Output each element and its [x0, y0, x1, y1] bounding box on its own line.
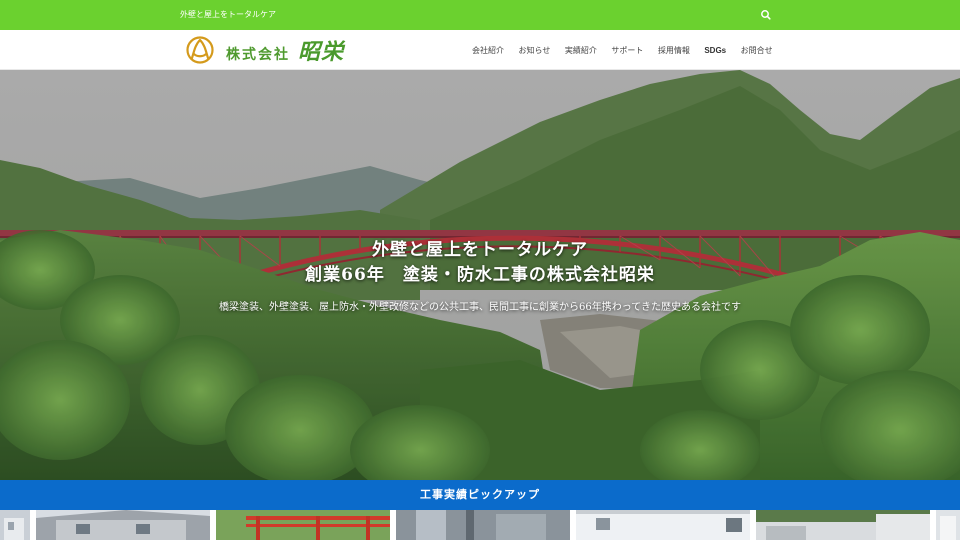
- search-icon: [761, 10, 771, 20]
- works-thumbnail[interactable]: [756, 510, 930, 540]
- nav-sdgs[interactable]: SDGs: [704, 46, 726, 55]
- works-thumbnail[interactable]: [36, 510, 210, 540]
- hero-heading-line1: 外壁と屋上をトータルケア: [372, 240, 588, 260]
- main-nav: 会社紹介 お知らせ 実績紹介 サポート 採用情報 SDGs お問合せ: [472, 30, 787, 70]
- nav-company[interactable]: 会社紹介: [472, 45, 504, 56]
- works-thumbnail[interactable]: [396, 510, 570, 540]
- works-thumbnail[interactable]: [936, 510, 960, 540]
- works-pickup-header: 工事実績ピックアップ: [0, 480, 960, 510]
- works-thumbnail[interactable]: [576, 510, 750, 540]
- site-logo[interactable]: 株式会社 昭栄: [186, 34, 344, 66]
- works-pickup-carousel: [0, 510, 960, 540]
- company-emblem-icon: [186, 36, 214, 64]
- logo-name: 昭栄: [298, 39, 345, 65]
- logo-text: 株式会社 昭栄: [226, 34, 344, 66]
- logo-prefix: 株式会社: [226, 47, 290, 63]
- site-header: 株式会社 昭栄 会社紹介 お知らせ 実績紹介 サポート 採用情報 SDGs お問合…: [0, 30, 960, 70]
- hero-heading-line2: 創業66年 塗装・防水工事の株式会社昭栄: [305, 265, 655, 285]
- hero-section: 外壁と屋上をトータルケア 創業66年 塗装・防水工事の株式会社昭栄 橋梁塗装、外…: [0, 70, 960, 480]
- search-button[interactable]: [757, 6, 775, 24]
- tagline: 外壁と屋上をトータルケア: [180, 10, 276, 19]
- works-thumbnail[interactable]: [216, 510, 390, 540]
- top-bar: 外壁と屋上をトータルケア: [0, 0, 960, 30]
- nav-works[interactable]: 実績紹介: [565, 45, 597, 56]
- nav-support[interactable]: サポート: [611, 45, 643, 56]
- nav-recruit[interactable]: 採用情報: [658, 45, 690, 56]
- works-thumbnail[interactable]: [0, 510, 30, 540]
- hero-description: 橋梁塗装、外壁塗装、屋上防水・外壁改修などの公共工事、民間工事に創業から66年携…: [219, 302, 741, 313]
- nav-contact[interactable]: お問合せ: [741, 45, 773, 56]
- nav-news[interactable]: お知らせ: [519, 45, 551, 56]
